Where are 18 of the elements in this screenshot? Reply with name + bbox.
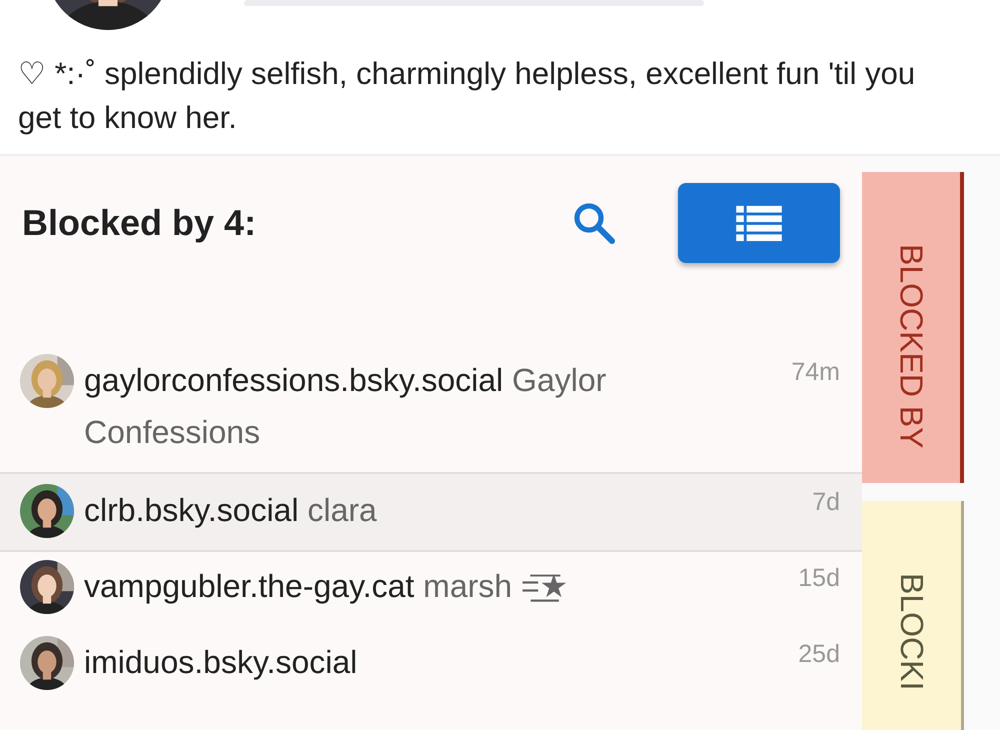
list-view-button[interactable]	[678, 183, 840, 263]
user-label: clrb.bsky.social clara	[84, 491, 378, 530]
user-label: vampgubler.the-gay.cat marsh =͟͟͞★	[84, 567, 570, 606]
list-icon	[736, 204, 782, 242]
timestamp: 15d	[798, 563, 840, 593]
user-row[interactable]: imiduos.bsky.social 25d	[0, 628, 862, 704]
timestamp: 74m	[791, 357, 840, 387]
user-row[interactable]: vampgubler.the-gay.cat marsh =͟͟͞★ 15d	[0, 552, 862, 628]
timestamp: 25d	[798, 639, 840, 669]
profile-bio: ♡ *:·˚ splendidly selfish, charmingly helpless, excellent fun 'til you get to know her.	[17, 55, 916, 137]
side-tab[interactable]: BLOCKED BY	[862, 172, 964, 483]
timestamp: 7d	[812, 487, 840, 517]
user-row[interactable]: clrb.bsky.social clara 7d	[0, 472, 862, 552]
panel-heading: Blocked by 4:	[22, 202, 258, 244]
side-tab[interactable]: BLOCKI	[862, 500, 964, 730]
user-row[interactable]: gaylorconfessions.bsky.social Gaylor Confessions 74m	[0, 346, 862, 472]
user-label: imiduos.bsky.social	[84, 643, 358, 682]
user-label: gaylorconfessions.bsky.social Gaylor Confessions	[84, 361, 608, 452]
